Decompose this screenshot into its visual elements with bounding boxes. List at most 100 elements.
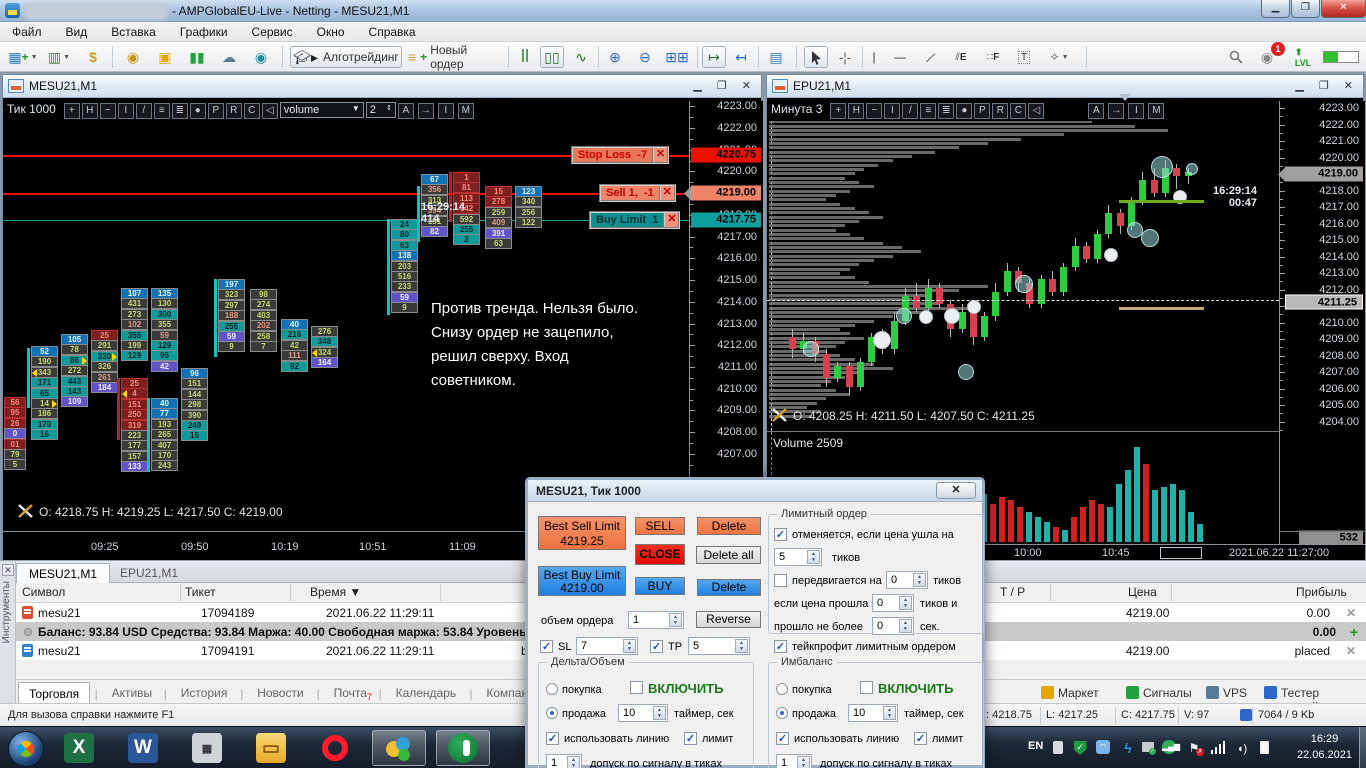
market-icon[interactable]: ▣: [152, 46, 178, 68]
text-tool-icon[interactable]: T: [1012, 46, 1036, 68]
new-order-button-icon[interactable]: ≡ + Новый ордер: [408, 43, 502, 71]
left-chart-btn-I[interactable]: I: [437, 103, 454, 119]
buy-radio[interactable]: [776, 683, 788, 695]
limit-checkbox[interactable]: ✓: [684, 732, 697, 745]
templates-icon[interactable]: ▤: [764, 46, 788, 68]
left-chart-tool-/[interactable]: /: [135, 103, 152, 119]
vertical-line-icon[interactable]: |: [867, 46, 881, 68]
candles-chart-icon[interactable]: ▯▯: [540, 46, 564, 68]
tolerance-spinner[interactable]: 1 ▲ ▼: [546, 754, 582, 768]
timer-spinner[interactable]: 10 ▲ ▼: [848, 704, 898, 722]
tp-spinner[interactable]: 5 ▲ ▼: [688, 637, 750, 655]
close-button[interactable]: ✕: [1321, 0, 1366, 18]
zoom-out-icon[interactable]: ⊖: [634, 46, 656, 68]
taskbar-app-green-app[interactable]: [436, 730, 490, 766]
signal-icon[interactable]: ▂▄▆: [1162, 740, 1180, 756]
chart-shift-icon[interactable]: ↤: [730, 46, 752, 68]
order-close-icon[interactable]: ✕: [663, 213, 679, 228]
sell-radio[interactable]: [776, 707, 788, 719]
right-chart-tool-◁[interactable]: ◁: [1028, 103, 1045, 119]
signals-icon[interactable]: ▮▮: [184, 46, 210, 68]
left-chart-tool-I[interactable]: I: [117, 103, 134, 119]
left-chart-tool-≡[interactable]: ≡: [153, 103, 170, 119]
right-price-scale[interactable]: 4223.00 4222.00 4221.00 4220.00 4219.00 4218.…: [1278, 101, 1366, 546]
horizontal-line-icon[interactable]: —: [888, 46, 912, 68]
line-chart-icon[interactable]: ∿: [570, 46, 592, 68]
right-chart-tool-I[interactable]: I: [884, 103, 901, 119]
order-label-sell-1-[interactable]: Sell 1, -1 ✕: [599, 184, 676, 203]
delete-sell-button[interactable]: Delete: [697, 517, 761, 535]
left-chart-canvas[interactable]: 56 95 26 0 01 79 5 52 190 343 171 65 14 186 170 16 105 78…: [3, 125, 689, 531]
taskbar-app-explorer[interactable]: ▭: [244, 730, 298, 766]
sl-checkbox[interactable]: ✓: [540, 640, 553, 653]
column-header[interactable]: T / P: [1000, 585, 1025, 599]
tab-Активы[interactable]: Активы: [102, 682, 163, 704]
use-line-checkbox[interactable]: ✓: [776, 732, 789, 745]
wallet-icon[interactable]: ◉: [120, 46, 146, 68]
limit-checkbox[interactable]: ✓: [914, 732, 927, 745]
left-chart-tool-C[interactable]: C: [243, 103, 260, 119]
tp-checkbox[interactable]: ✓: [650, 640, 663, 653]
taskbar-app-calculator[interactable]: ▦: [180, 730, 234, 766]
tools-icon[interactable]: [771, 407, 789, 423]
left-chart-btn-A[interactable]: A: [397, 103, 414, 119]
dialog-titlebar[interactable]: MESU21, Тик 1000 ✕: [528, 480, 982, 502]
order-label-stop-loss[interactable]: Stop Loss -7 ✕: [571, 146, 670, 165]
toolbox-close-icon[interactable]: ✕: [2, 564, 14, 576]
left-price-scale[interactable]: 4223.004222.004221.004220.004219.004218.…: [684, 100, 763, 531]
column-header[interactable]: Цена: [1128, 585, 1157, 599]
tile-windows-icon[interactable]: ⊞⊞: [665, 46, 689, 68]
left-chart-btn-M[interactable]: M: [457, 103, 474, 119]
chart-tab-EPU21,M1[interactable]: EPU21,M1: [108, 563, 190, 583]
right-chart-tool-●[interactable]: ●: [956, 103, 973, 119]
left-chart-tool-≣[interactable]: ≣: [171, 103, 188, 119]
shapes-icon[interactable]: ✧ ▼: [1042, 46, 1076, 68]
menu-Вставка[interactable]: Вставка: [99, 22, 168, 42]
elapsed-sec-spinner[interactable]: 0 ▲ ▼: [872, 617, 914, 635]
left-chart-btn-→[interactable]: →: [417, 103, 434, 119]
enable-checkbox[interactable]: [860, 681, 873, 694]
best-sell-limit-button[interactable]: Best Sell Limit 4219.25: [538, 516, 626, 550]
order-line-1[interactable]: [3, 193, 689, 196]
sl-spinner[interactable]: 7 ▲ ▼: [576, 637, 638, 655]
left-chart-window-buttons[interactable]: ▁ ❐ ✕: [693, 79, 757, 92]
order-label-buy-limit[interactable]: Buy Limit 1 ✕: [589, 211, 681, 230]
column-header[interactable]: Символ: [22, 585, 65, 599]
row-close-icon[interactable]: ✕: [1346, 606, 1356, 620]
menu-Вид[interactable]: Вид: [54, 22, 100, 42]
right-chart-canvas[interactable]: 16:29:14 00:47 O: 4208.25 H: 4211.50 L: 42…: [767, 121, 1279, 431]
right-chart-tool-R[interactable]: R: [992, 103, 1009, 119]
right-chart-tool-C[interactable]: C: [1010, 103, 1027, 119]
ticks-spinner[interactable]: 5 ▲ ▼: [774, 548, 822, 566]
tab-Торговля[interactable]: Торговля: [18, 682, 91, 704]
order-close-icon[interactable]: ✕: [658, 186, 674, 201]
service-tab-Сигналы[interactable]: Сигналы: [1126, 686, 1192, 700]
maximize-button[interactable]: ❐: [1291, 0, 1320, 18]
delete-buy-button[interactable]: Delete: [697, 579, 761, 596]
left-chart-tool-◁[interactable]: ◁: [261, 103, 278, 119]
sell-radio[interactable]: [546, 707, 558, 719]
column-header[interactable]: Время ▼: [310, 585, 361, 599]
power-icon[interactable]: [1256, 740, 1272, 756]
menu-Сервис[interactable]: Сервис: [240, 22, 305, 42]
shield-icon[interactable]: ✓: [1072, 740, 1088, 756]
order-volume-spinner[interactable]: 1 ▲ ▼: [628, 611, 684, 629]
order-close-icon[interactable]: ✕: [652, 148, 668, 163]
left-chart-tool-P[interactable]: P: [207, 103, 224, 119]
move-ticks-spinner[interactable]: 0 ▲ ▼: [886, 571, 928, 589]
service-tab-Маркет[interactable]: Маркет: [1041, 686, 1099, 700]
right-chart-tool-/[interactable]: /: [902, 103, 919, 119]
takeprofit-limit-checkbox[interactable]: ✓: [774, 640, 787, 653]
tab-Почта[interactable]: Почта7: [324, 682, 382, 704]
wifi-icon[interactable]: ◠: [1096, 740, 1112, 756]
chart-tab-MESU21,M1[interactable]: MESU21,M1: [16, 563, 111, 583]
right-chart-window-buttons[interactable]: ▁ ❐ ✕: [1295, 79, 1359, 92]
search-icon[interactable]: [1225, 46, 1247, 68]
new-chart-icon[interactable]: ▦ + ▼: [8, 46, 38, 68]
row-close-icon[interactable]: ✕: [1346, 644, 1356, 658]
volume-dropdown[interactable]: volume ▼: [279, 102, 364, 118]
right-chart-btn-A[interactable]: A: [1088, 103, 1105, 119]
move-checkbox[interactable]: [774, 574, 787, 587]
best-buy-limit-button[interactable]: Best Buy Limit 4219.00: [538, 566, 626, 596]
right-chart-tool-H[interactable]: H: [848, 103, 865, 119]
